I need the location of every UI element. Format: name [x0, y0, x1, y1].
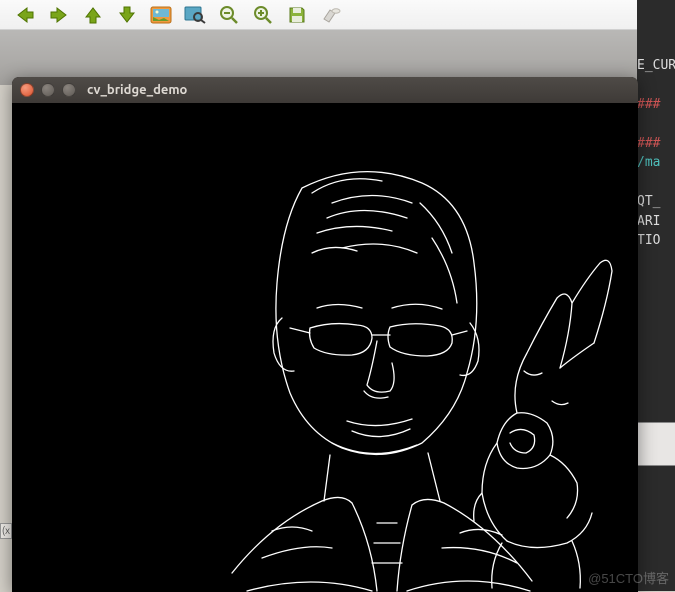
zoom-in-icon[interactable] — [250, 4, 276, 26]
terminal-line: ARI — [637, 214, 660, 229]
terminal-line: /ma — [637, 155, 660, 170]
toolbar — [0, 0, 637, 30]
zoom-out-icon[interactable] — [216, 4, 242, 26]
terminal-line: TIO — [637, 233, 660, 248]
cv-window: cv_bridge_demo — [12, 77, 638, 592]
minimize-icon[interactable] — [41, 83, 55, 97]
close-icon[interactable] — [20, 83, 34, 97]
save-icon[interactable] — [284, 4, 310, 26]
terminal-line: ### — [637, 136, 660, 151]
edge-image — [12, 103, 638, 592]
watermark: @51CTO博客 — [588, 568, 669, 587]
arrow-up-icon[interactable] — [80, 4, 106, 26]
arrow-left-icon[interactable] — [12, 4, 38, 26]
window-title: cv_bridge_demo — [87, 83, 187, 97]
picture-icon[interactable] — [148, 4, 174, 26]
search-image-icon[interactable] — [182, 4, 208, 26]
titlebar[interactable]: cv_bridge_demo — [12, 77, 638, 103]
terminal-panel: E_CUR ### ### /ma QT_ ARI TIO — [637, 0, 675, 591]
coord-tab: (x — [0, 523, 12, 539]
maximize-icon[interactable] — [62, 83, 76, 97]
panel-strip — [637, 422, 675, 466]
terminal-line: E_CUR — [637, 58, 675, 73]
arrow-right-icon[interactable] — [46, 4, 72, 26]
image-canvas — [12, 103, 638, 592]
terminal-line: ### — [637, 97, 660, 112]
clear-icon[interactable] — [318, 4, 344, 26]
arrow-down-icon[interactable] — [114, 4, 140, 26]
terminal-line: QT_ — [637, 194, 660, 209]
